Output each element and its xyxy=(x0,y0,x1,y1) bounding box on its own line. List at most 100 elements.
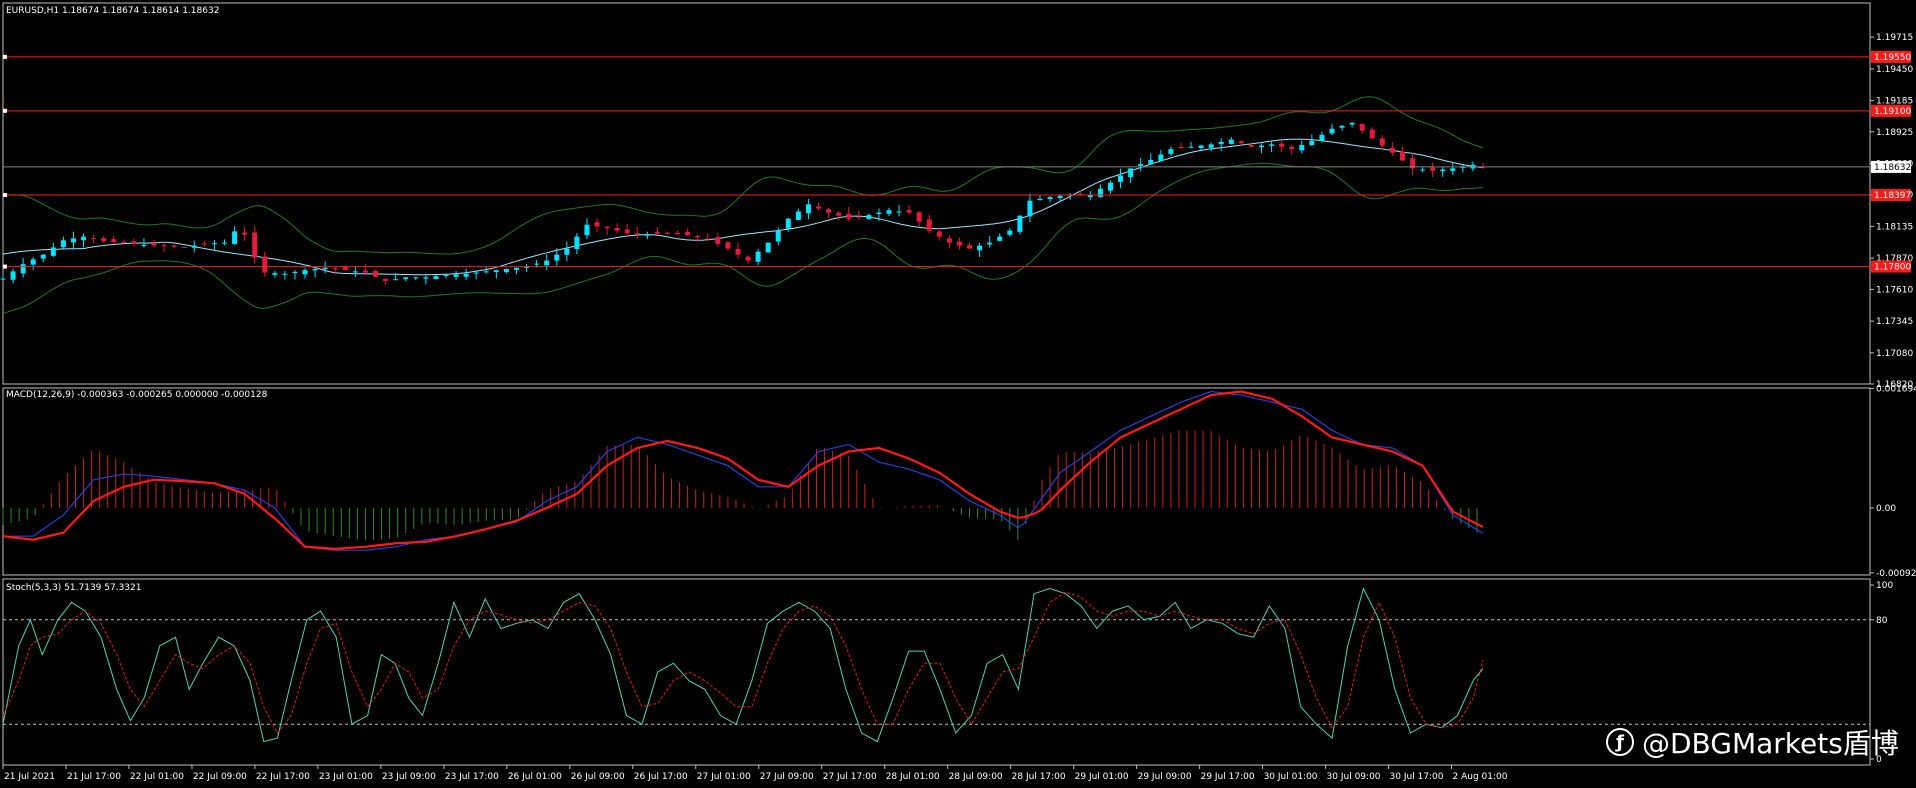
candle-body xyxy=(1158,154,1164,161)
candle-body xyxy=(292,271,298,273)
x-tick-label: 28 Jul 17:00 xyxy=(1012,772,1066,782)
candle-body xyxy=(171,245,177,247)
candle-body xyxy=(403,277,409,280)
candle-body xyxy=(906,210,912,213)
candle-body xyxy=(1057,195,1063,199)
candle-body xyxy=(453,274,459,277)
candle-body xyxy=(312,268,318,271)
candle-body xyxy=(805,204,811,214)
candle-body xyxy=(685,232,691,236)
candle-body xyxy=(60,240,66,248)
candle-body xyxy=(362,270,368,273)
bollinger-upper xyxy=(3,96,1484,255)
x-tick-label: 21 Jul 17:00 xyxy=(67,772,121,782)
candle-body xyxy=(1420,169,1426,171)
candle-body xyxy=(1017,215,1023,232)
chart-canvas[interactable]: 1.197151.194501.191851.189251.186601.184… xyxy=(0,0,1916,788)
x-tick-label: 26 Jul 09:00 xyxy=(571,772,625,782)
panel-frame xyxy=(2,578,1871,766)
candle-body xyxy=(383,278,389,281)
candle-body xyxy=(896,211,902,213)
candle-body xyxy=(1148,159,1154,164)
macd-tick-label: -0.00092 xyxy=(1876,569,1916,579)
level-marker xyxy=(3,108,7,113)
candle-body xyxy=(503,268,509,273)
candle-body xyxy=(332,267,338,269)
candle-body xyxy=(373,270,379,277)
candle-body xyxy=(181,247,187,249)
candle-body xyxy=(715,237,721,244)
candle-body xyxy=(352,271,358,273)
candle-body xyxy=(10,271,16,280)
price-tick-label: 1.17080 xyxy=(1876,349,1913,359)
candle-body xyxy=(423,277,429,279)
candle-body xyxy=(473,272,479,274)
candle-body xyxy=(1238,141,1244,144)
candle-body xyxy=(1389,147,1395,153)
x-tick-label: 30 Jul 17:00 xyxy=(1390,772,1444,782)
candle-body xyxy=(393,279,399,281)
candle-body xyxy=(463,273,469,277)
stoch-tick-label: 100 xyxy=(1876,581,1893,591)
candle-body xyxy=(675,232,681,235)
candle-body xyxy=(1349,122,1355,125)
current-price-label: 1.18632 xyxy=(1874,163,1911,173)
candle-body xyxy=(141,245,147,247)
candle-body xyxy=(302,270,308,275)
level-label: 1.18397 xyxy=(1874,191,1911,201)
candle-body xyxy=(987,242,993,245)
candle-body xyxy=(534,263,540,265)
candle-body xyxy=(775,230,781,242)
x-tick-label: 29 Jul 09:00 xyxy=(1138,772,1192,782)
stoch-panel-title: Stoch(5,3,3) 51.7139 57.3321 xyxy=(6,583,141,593)
candle-body xyxy=(604,226,610,229)
candle-body xyxy=(413,277,419,279)
candle-body xyxy=(664,232,670,234)
candle-body xyxy=(755,251,761,262)
level-marker xyxy=(3,54,7,59)
x-tick-label: 27 Jul 17:00 xyxy=(823,772,877,782)
x-tick-label: 28 Jul 01:00 xyxy=(886,772,940,782)
x-tick-label: 28 Jul 09:00 xyxy=(949,772,1003,782)
candle-body xyxy=(81,236,87,241)
candle-body xyxy=(554,254,560,261)
candle-body xyxy=(866,215,872,219)
candle-body xyxy=(1299,144,1305,151)
level-label: 1.19100 xyxy=(1874,107,1911,117)
candle-body xyxy=(654,231,660,234)
candle-body xyxy=(926,219,932,231)
macd-panel-title: MACD(12,26,9) -0.000363 -0.000265 0.0000… xyxy=(6,390,268,400)
stoch-signal-line xyxy=(2,591,1484,734)
candle-body xyxy=(1168,149,1174,154)
x-tick-label: 27 Jul 01:00 xyxy=(697,772,751,782)
candle-body xyxy=(1198,145,1204,148)
candle-body xyxy=(695,235,701,238)
candle-body xyxy=(967,245,973,249)
candle-body xyxy=(624,229,630,234)
x-tick-label: 26 Jul 17:00 xyxy=(634,772,688,782)
candle-body xyxy=(513,267,519,270)
price-tick-label: 1.18135 xyxy=(1876,222,1913,232)
candle-body xyxy=(1027,200,1033,217)
moving-average-line xyxy=(2,138,1484,276)
candle-body xyxy=(1218,141,1224,145)
candle-body xyxy=(1228,139,1234,144)
candle-body xyxy=(1339,125,1345,128)
candle-body xyxy=(1319,134,1325,141)
candle-body xyxy=(846,213,852,219)
candle-body xyxy=(30,259,36,265)
candle-body xyxy=(1369,129,1375,139)
x-tick-label: 23 Jul 09:00 xyxy=(382,772,436,782)
macd-signal-line xyxy=(2,390,1484,551)
x-tick-label: 2 Aug 01:00 xyxy=(1453,772,1508,782)
candle-body xyxy=(252,232,258,258)
x-tick-label: 22 Jul 17:00 xyxy=(256,772,310,782)
candle-body xyxy=(1289,146,1295,150)
candle-body xyxy=(614,227,620,231)
x-tick-label: 26 Jul 01:00 xyxy=(508,772,562,782)
candle-body xyxy=(795,211,801,220)
candle-body xyxy=(826,209,832,213)
candle-body xyxy=(594,222,600,227)
candle-body xyxy=(856,216,862,218)
candle-body xyxy=(483,271,489,273)
